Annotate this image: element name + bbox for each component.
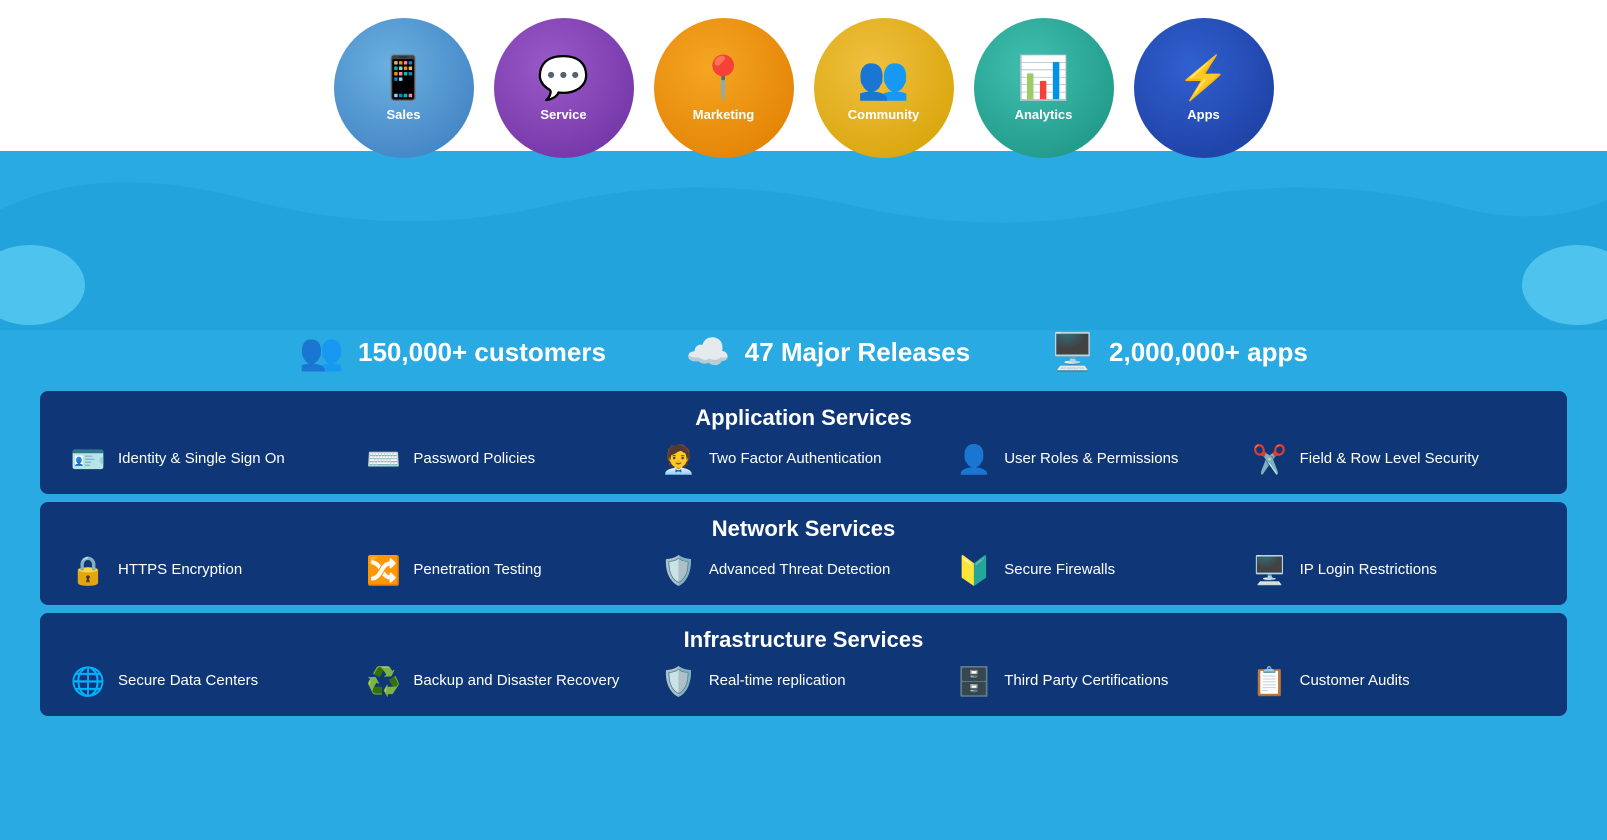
circle-sales[interactable]: 📱 Sales [334, 18, 474, 158]
circle-analytics[interactable]: 📊 Analytics [974, 18, 1114, 158]
analytics-icon: 📊 [1017, 54, 1069, 103]
https-text: HTTPS Encryption [118, 560, 242, 580]
main-container: 📱 Sales 💬 Service 📍 Marketing 👥 Communit… [0, 0, 1607, 840]
infrastructure-services-panel: Infrastructure Services 🌐 Secure Data Ce… [40, 613, 1567, 716]
circle-marketing[interactable]: 📍 Marketing [654, 18, 794, 158]
firewalls-item: 🔰 Secure Firewalls [956, 554, 1241, 587]
releases-icon: ☁️ [686, 331, 731, 373]
application-services-panel: Application Services 🪪 Identity & Single… [40, 391, 1567, 494]
marketing-icon: 📍 [697, 54, 749, 103]
stat-apps: 🖥️ 2,000,000+ apps [1050, 331, 1308, 373]
application-services-items: 🪪 Identity & Single Sign On ⌨️ Password … [70, 443, 1537, 476]
sales-icon: 📱 [377, 54, 429, 103]
thirdparty-text: Third Party Certifications [1004, 671, 1168, 691]
product-circles: 📱 Sales 💬 Service 📍 Marketing 👥 Communit… [0, 0, 1607, 158]
userroles-item: 👤 User Roles & Permissions [956, 443, 1241, 476]
customers-icon: 👥 [299, 331, 344, 373]
wave-decoration [0, 130, 1607, 330]
penetration-text: Penetration Testing [413, 560, 541, 580]
identity-icon: 🪪 [70, 443, 106, 476]
community-label: Community [848, 107, 920, 122]
network-services-title: Network Services [70, 516, 1537, 542]
apps-label: Apps [1187, 107, 1220, 122]
firewalls-icon: 🔰 [956, 554, 992, 587]
twofactor-text: Two Factor Authentication [709, 449, 882, 469]
fieldrow-item: ✂️ Field & Row Level Security [1252, 443, 1537, 476]
apps-stat-text: 2,000,000+ apps [1109, 337, 1308, 368]
realtime-text: Real-time replication [709, 671, 846, 691]
stat-customers: 👥 150,000+ customers [299, 331, 606, 373]
iplogin-icon: 🖥️ [1252, 554, 1288, 587]
service-icon: 💬 [537, 54, 589, 103]
network-services-panel: Network Services 🔒 HTTPS Encryption 🔀 Pe… [40, 502, 1567, 605]
threat-item: 🛡️ Advanced Threat Detection [661, 554, 946, 587]
analytics-label: Analytics [1015, 107, 1073, 122]
infrastructure-services-items: 🌐 Secure Data Centers ♻️ Backup and Disa… [70, 665, 1537, 698]
backup-text: Backup and Disaster Recovery [413, 671, 619, 691]
apps-icon: ⚡ [1177, 54, 1229, 103]
penetration-item: 🔀 Penetration Testing [365, 554, 650, 587]
stat-releases: ☁️ 47 Major Releases [686, 331, 970, 373]
application-services-title: Application Services [70, 405, 1537, 431]
infrastructure-services-title: Infrastructure Services [70, 627, 1537, 653]
iplogin-item: 🖥️ IP Login Restrictions [1252, 554, 1537, 587]
marketing-label: Marketing [693, 107, 754, 122]
identity-item: 🪪 Identity & Single Sign On [70, 443, 355, 476]
apps-stat-icon: 🖥️ [1050, 331, 1095, 373]
twofactor-icon: 🧑‍💼 [661, 443, 697, 476]
backup-item: ♻️ Backup and Disaster Recovery [365, 665, 650, 698]
datacenters-item: 🌐 Secure Data Centers [70, 665, 355, 698]
firewalls-text: Secure Firewalls [1004, 560, 1115, 580]
thirdparty-item: 🗄️ Third Party Certifications [956, 665, 1241, 698]
password-text: Password Policies [413, 449, 535, 469]
password-item: ⌨️ Password Policies [365, 443, 650, 476]
circle-community[interactable]: 👥 Community [814, 18, 954, 158]
backup-icon: ♻️ [365, 665, 401, 698]
service-label: Service [540, 107, 586, 122]
realtime-item: 🛡️ Real-time replication [661, 665, 946, 698]
audits-text: Customer Audits [1300, 671, 1410, 691]
https-item: 🔒 HTTPS Encryption [70, 554, 355, 587]
penetration-icon: 🔀 [365, 554, 401, 587]
releases-text: 47 Major Releases [745, 337, 970, 368]
realtime-icon: 🛡️ [661, 665, 697, 698]
fieldrow-text: Field & Row Level Security [1300, 449, 1479, 469]
circle-service[interactable]: 💬 Service [494, 18, 634, 158]
iplogin-text: IP Login Restrictions [1300, 560, 1437, 580]
userroles-icon: 👤 [956, 443, 992, 476]
twofactor-item: 🧑‍💼 Two Factor Authentication [661, 443, 946, 476]
userroles-text: User Roles & Permissions [1004, 449, 1178, 469]
threat-text: Advanced Threat Detection [709, 560, 891, 580]
datacenters-text: Secure Data Centers [118, 671, 258, 691]
panels-container: Application Services 🪪 Identity & Single… [40, 391, 1567, 716]
audits-item: 📋 Customer Audits [1252, 665, 1537, 698]
password-icon: ⌨️ [365, 443, 401, 476]
audits-icon: 📋 [1252, 665, 1288, 698]
community-icon: 👥 [857, 54, 909, 103]
sales-label: Sales [387, 107, 421, 122]
customers-text: 150,000+ customers [358, 337, 606, 368]
circle-apps[interactable]: ⚡ Apps [1134, 18, 1274, 158]
identity-text: Identity & Single Sign On [118, 449, 285, 469]
datacenters-icon: 🌐 [70, 665, 106, 698]
network-services-items: 🔒 HTTPS Encryption 🔀 Penetration Testing… [70, 554, 1537, 587]
https-icon: 🔒 [70, 554, 106, 587]
threat-icon: 🛡️ [661, 554, 697, 587]
fieldrow-icon: ✂️ [1252, 443, 1288, 476]
stats-bar: 👥 150,000+ customers ☁️ 47 Major Release… [0, 313, 1607, 391]
thirdparty-icon: 🗄️ [956, 665, 992, 698]
